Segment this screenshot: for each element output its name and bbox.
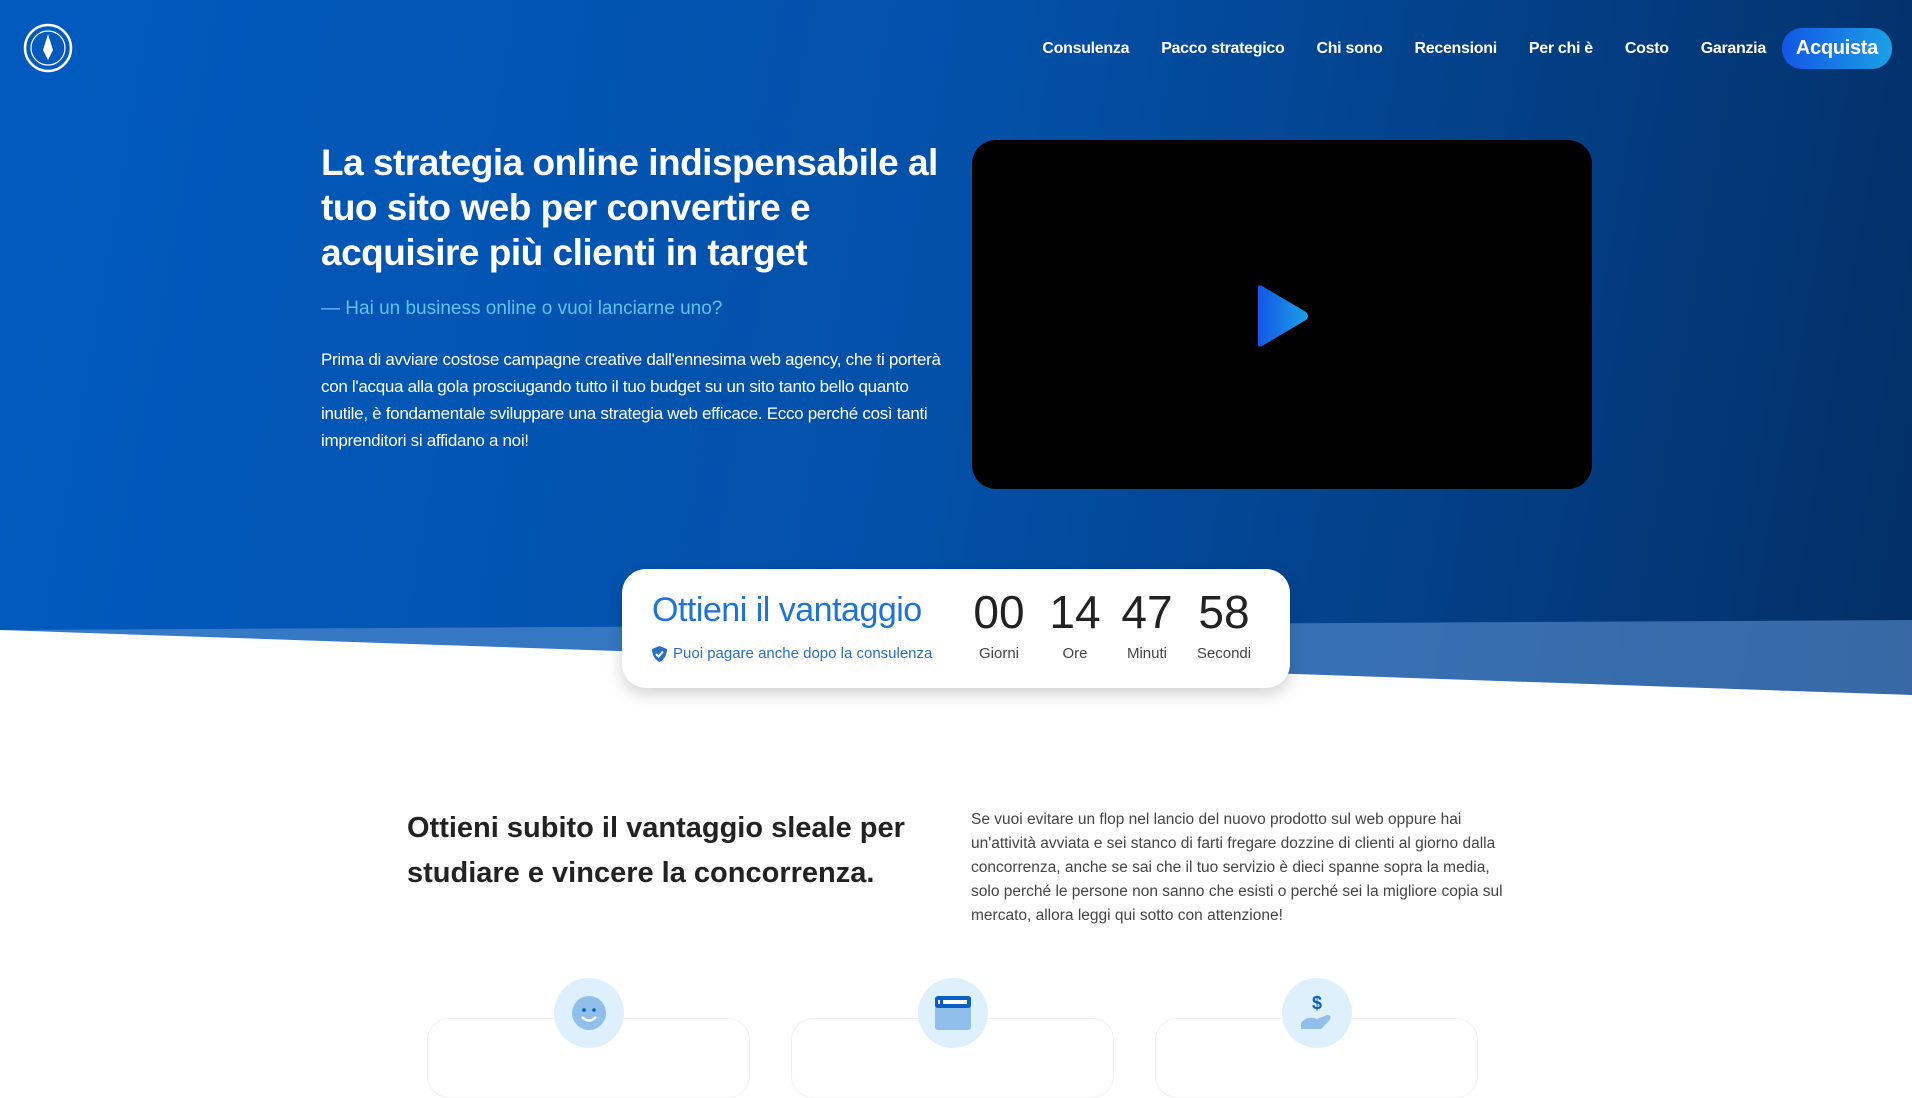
hand-dollar-icon: $: [1282, 978, 1352, 1048]
shield-check-icon: [652, 645, 667, 662]
nav-garanzia[interactable]: Garanzia: [1685, 40, 1782, 58]
hero-subtitle: — Hai un business online o vuoi lanciarn…: [321, 298, 723, 319]
payment-note-text: Puoi pagare anche dopo la consulenza: [673, 645, 933, 662]
logo-icon[interactable]: [22, 20, 74, 76]
section-heading: Ottieni subito il vantaggio sleale per s…: [407, 812, 905, 889]
days-label: Giorni: [978, 645, 1019, 662]
countdown-days: 00 Giorni: [964, 587, 1034, 662]
minutes-value: 47: [1121, 586, 1173, 638]
countdown-seconds: 58 Secondi: [1186, 587, 1262, 662]
nav-chi-sono[interactable]: Chi sono: [1300, 40, 1398, 58]
svg-text:$: $: [1312, 993, 1322, 1013]
minutes-label: Minuti: [1126, 645, 1167, 662]
payment-note: Puoi pagare anche dopo la consulenza: [652, 645, 932, 662]
hours-value: 14: [1049, 586, 1101, 638]
countdown-card: Ottieni il vantaggio Puoi pagare anche d…: [622, 569, 1290, 688]
seconds-value: 58: [1198, 586, 1250, 638]
buy-button[interactable]: Acquista: [1781, 28, 1892, 69]
days-value: 00: [973, 586, 1025, 638]
nav-per-chi-e[interactable]: Per chi è: [1513, 40, 1609, 58]
hero-body: Prima di avviare costose campagne creati…: [321, 350, 941, 450]
hero-title: La strategia online indispensabile al tu…: [321, 142, 938, 273]
smile-icon: [554, 978, 624, 1048]
hours-label: Ore: [1062, 645, 1088, 662]
nav-costo[interactable]: Costo: [1609, 40, 1685, 58]
play-icon[interactable]: [1254, 284, 1310, 348]
countdown-minutes: 47 Minuti: [1112, 587, 1182, 662]
section-text: Se vuoi evitare un flop nel lancio del n…: [971, 811, 1503, 924]
main-nav: Consulenza Pacco strategico Chi sono Rec…: [1026, 28, 1892, 69]
seconds-label: Secondi: [1196, 645, 1252, 662]
nav-consulenza[interactable]: Consulenza: [1026, 40, 1145, 58]
nav-recensioni[interactable]: Recensioni: [1399, 40, 1513, 58]
countdown-title: Ottieni il vantaggio: [652, 591, 922, 629]
nav-pacco-strategico[interactable]: Pacco strategico: [1145, 40, 1300, 58]
credit-card-icon: [918, 978, 988, 1048]
countdown-hours: 14 Ore: [1040, 587, 1110, 662]
